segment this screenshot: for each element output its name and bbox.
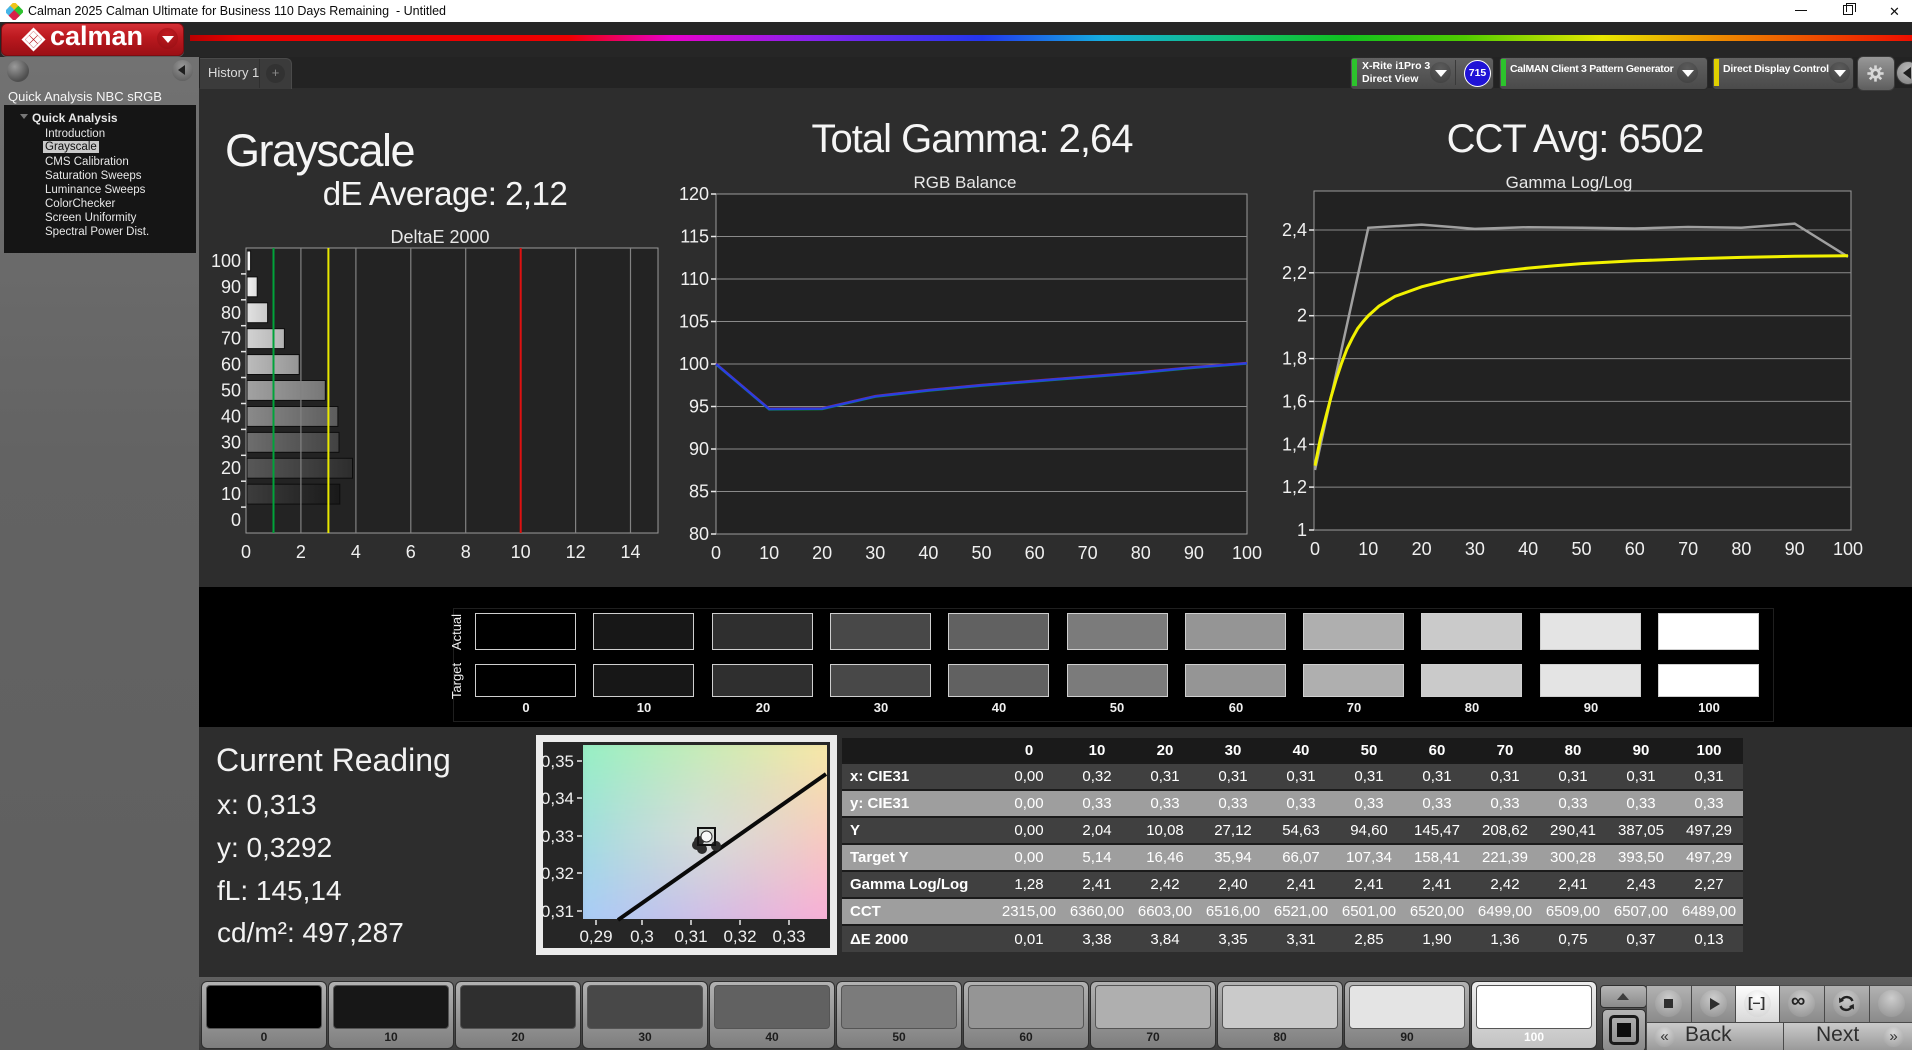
- svg-text:0,3: 0,3: [630, 927, 654, 946]
- svg-text:4: 4: [351, 542, 361, 562]
- svg-text:0: 0: [231, 510, 241, 530]
- svg-text:30: 30: [865, 543, 885, 563]
- svg-text:2,4: 2,4: [1282, 220, 1307, 240]
- svg-text:CCT Avg: 6502: CCT Avg: 6502: [1447, 117, 1704, 161]
- svg-text:8: 8: [461, 542, 471, 562]
- svg-text:Gamma Log/Log: Gamma Log/Log: [1506, 173, 1633, 192]
- svg-text:20: 20: [221, 458, 241, 478]
- svg-text:0,33: 0,33: [541, 827, 574, 846]
- svg-text:80: 80: [1731, 539, 1751, 559]
- svg-text:110: 110: [680, 269, 709, 289]
- svg-text:DeltaE 2000: DeltaE 2000: [390, 227, 489, 247]
- svg-text:10: 10: [1358, 539, 1378, 559]
- svg-text:50: 50: [221, 381, 241, 401]
- svg-text:80: 80: [689, 524, 709, 544]
- svg-text:90: 90: [1184, 543, 1204, 563]
- svg-text:50: 50: [1571, 539, 1591, 559]
- svg-text:0: 0: [241, 542, 251, 562]
- svg-text:95: 95: [689, 397, 709, 417]
- svg-text:0,32: 0,32: [541, 864, 574, 883]
- svg-text:90: 90: [1785, 539, 1805, 559]
- svg-text:85: 85: [689, 482, 709, 502]
- svg-text:30: 30: [1465, 539, 1485, 559]
- svg-text:14: 14: [620, 542, 640, 562]
- svg-text:100: 100: [1833, 539, 1863, 559]
- svg-text:105: 105: [679, 312, 709, 332]
- svg-text:Grayscale: Grayscale: [225, 125, 415, 176]
- svg-text:0,34: 0,34: [541, 789, 574, 808]
- svg-text:50: 50: [971, 543, 991, 563]
- svg-text:2: 2: [1297, 306, 1307, 326]
- svg-text:60: 60: [1625, 539, 1645, 559]
- svg-text:2,2: 2,2: [1282, 263, 1307, 283]
- svg-text:10: 10: [759, 543, 779, 563]
- svg-text:6: 6: [406, 542, 416, 562]
- svg-text:0,35: 0,35: [541, 752, 574, 771]
- svg-text:90: 90: [221, 277, 241, 297]
- svg-text:120: 120: [679, 184, 709, 204]
- svg-text:10: 10: [511, 542, 531, 562]
- svg-text:1,8: 1,8: [1282, 349, 1307, 369]
- svg-text:1,4: 1,4: [1282, 434, 1307, 454]
- svg-text:0,31: 0,31: [674, 927, 707, 946]
- svg-text:70: 70: [1678, 539, 1698, 559]
- svg-text:80: 80: [221, 303, 241, 323]
- svg-text:115: 115: [680, 227, 709, 247]
- svg-text:0,29: 0,29: [579, 927, 612, 946]
- svg-text:60: 60: [1025, 543, 1045, 563]
- svg-text:0,32: 0,32: [723, 927, 756, 946]
- svg-text:20: 20: [1412, 539, 1432, 559]
- svg-text:70: 70: [1078, 543, 1098, 563]
- svg-text:0,33: 0,33: [772, 927, 805, 946]
- svg-text:70: 70: [221, 329, 241, 349]
- svg-text:1,6: 1,6: [1282, 391, 1307, 411]
- svg-text:40: 40: [221, 406, 241, 426]
- svg-text:40: 40: [918, 543, 938, 563]
- svg-text:20: 20: [812, 543, 832, 563]
- svg-text:RGB Balance: RGB Balance: [914, 173, 1017, 192]
- svg-text:1: 1: [1297, 520, 1307, 540]
- svg-text:0,31: 0,31: [541, 902, 574, 921]
- svg-text:dE Average: 2,12: dE Average: 2,12: [323, 175, 568, 212]
- svg-text:0: 0: [711, 543, 721, 563]
- svg-text:10: 10: [221, 484, 241, 504]
- svg-text:12: 12: [566, 542, 586, 562]
- svg-text:0: 0: [1310, 539, 1320, 559]
- svg-text:90: 90: [689, 439, 709, 459]
- svg-text:2: 2: [296, 542, 306, 562]
- svg-text:40: 40: [1518, 539, 1538, 559]
- svg-text:Total Gamma: 2,64: Total Gamma: 2,64: [812, 117, 1134, 161]
- svg-text:1,2: 1,2: [1282, 477, 1307, 497]
- svg-text:100: 100: [679, 354, 709, 374]
- svg-text:60: 60: [221, 355, 241, 375]
- svg-text:80: 80: [1131, 543, 1151, 563]
- svg-text:100: 100: [211, 251, 241, 271]
- svg-text:30: 30: [221, 432, 241, 452]
- svg-text:100: 100: [1232, 543, 1262, 563]
